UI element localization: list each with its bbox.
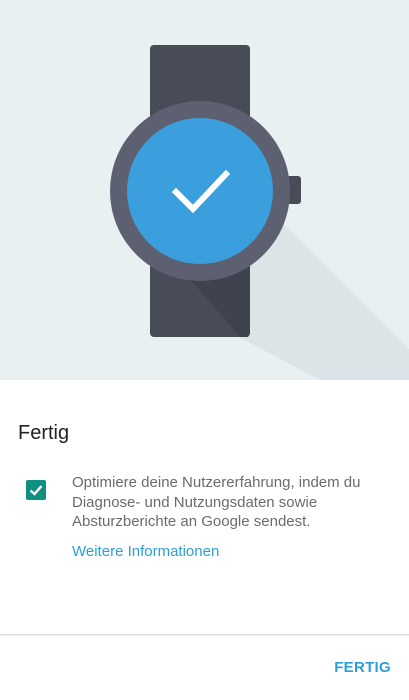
- done-button[interactable]: FERTIG: [334, 659, 391, 676]
- footer-divider-shadow: [0, 635, 409, 637]
- usage-data-consent-text: Optimiere deine Nutzererfahrung, indem d…: [72, 474, 361, 530]
- watch-illustration-panel: [0, 0, 409, 380]
- page-title: Fertig: [18, 422, 70, 444]
- checkmark-icon: [29, 485, 43, 496]
- usage-data-checkbox[interactable]: [26, 480, 46, 500]
- watch-check-icon: [110, 45, 409, 380]
- more-info-link[interactable]: Weitere Informationen: [72, 542, 219, 561]
